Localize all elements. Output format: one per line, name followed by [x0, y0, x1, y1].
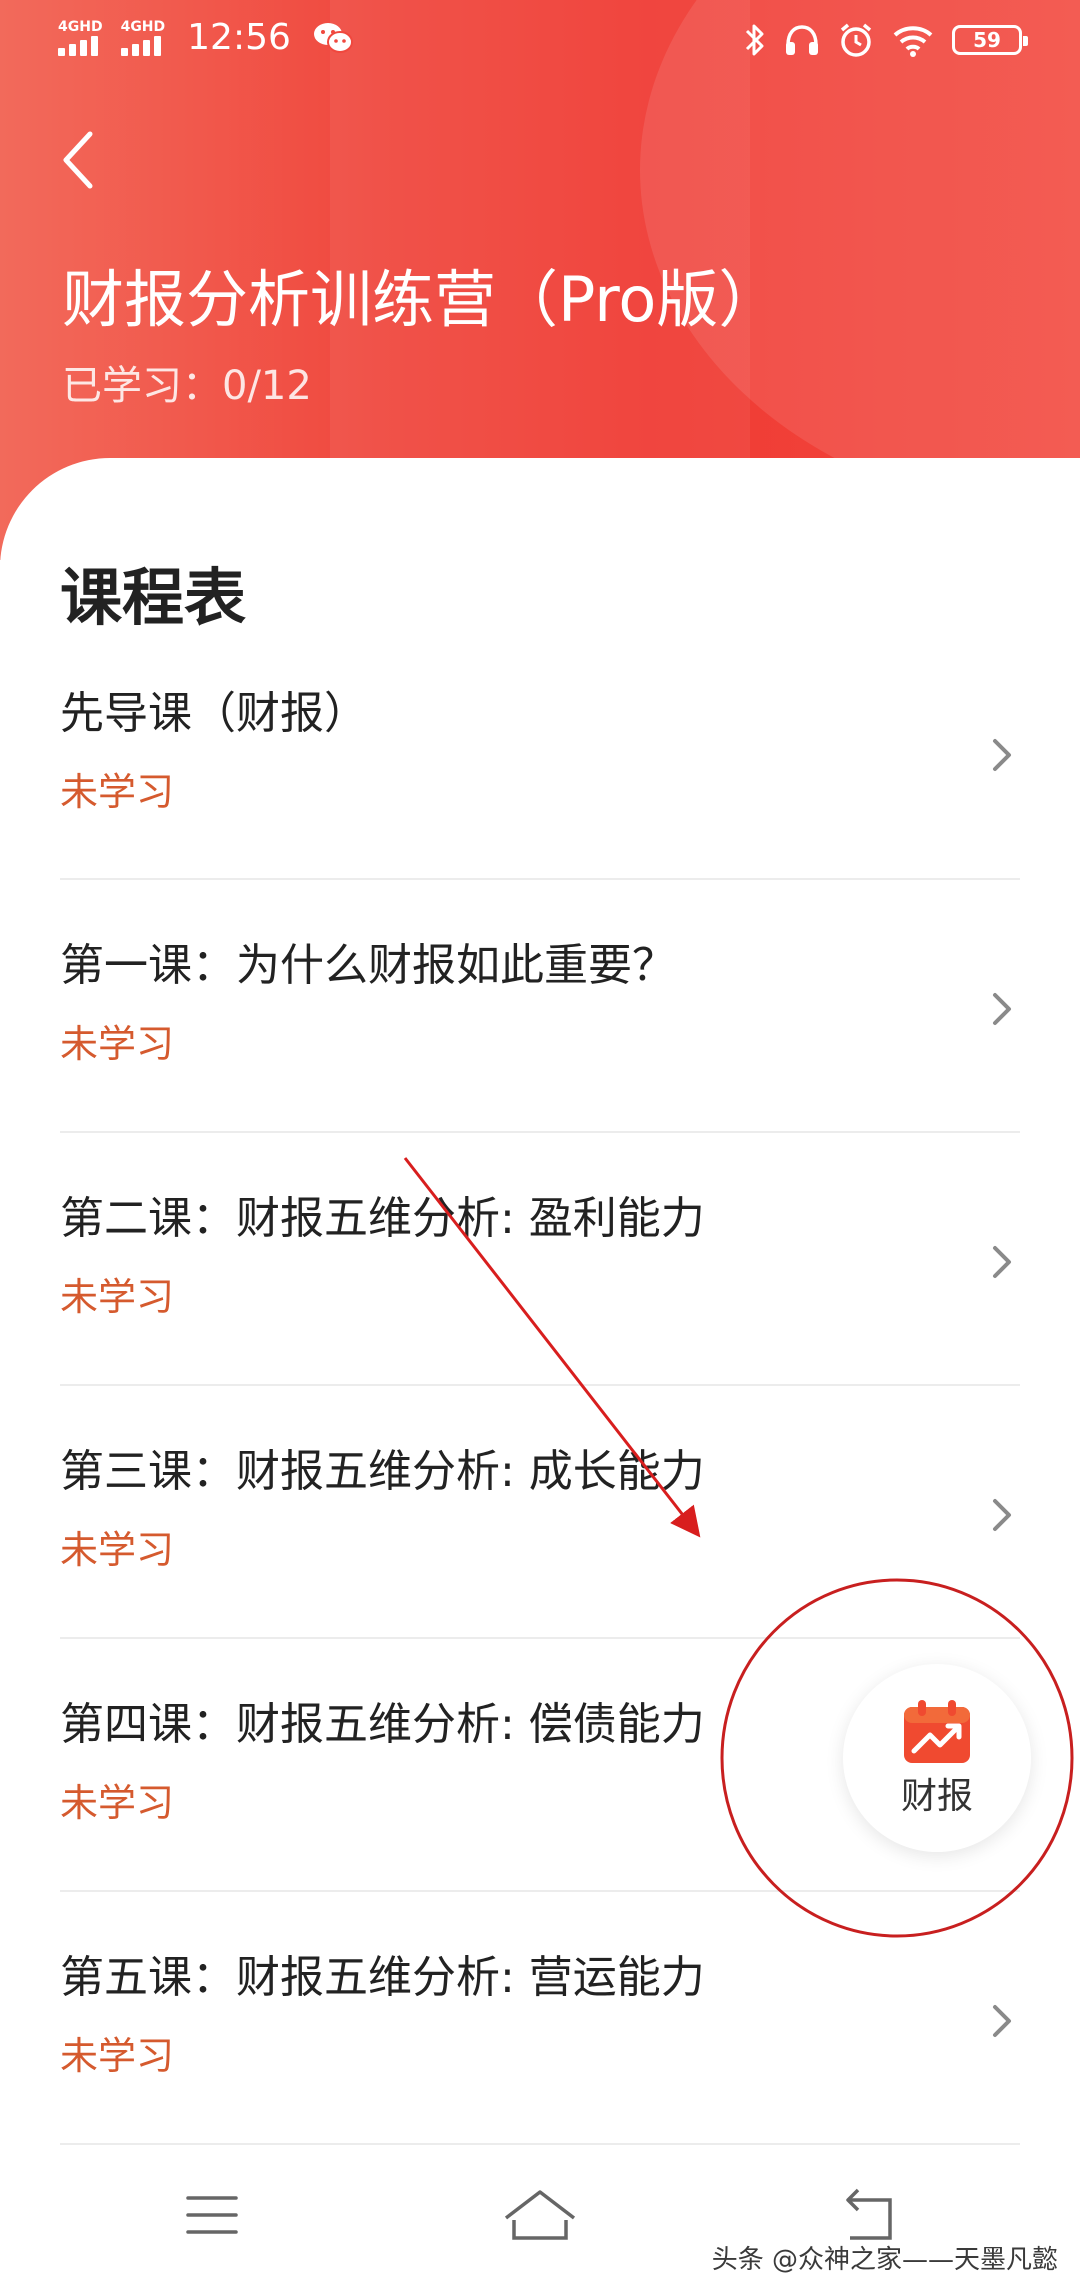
signal-2: 4GHD: [120, 19, 166, 56]
signal-bars-icon: [58, 36, 98, 56]
learning-progress: 已学习：0/12: [62, 363, 312, 409]
lesson-title: 第三课：财报五维分析: 成长能力: [60, 1446, 705, 1497]
chevron-right-icon: [993, 1246, 1011, 1278]
menu-icon[interactable]: [172, 2180, 252, 2250]
battery-icon: 59: [952, 25, 1028, 55]
course-title: 财报分析训练营（Pro版）: [62, 263, 781, 336]
lesson-item[interactable]: 第五课：财报五维分析: 营运能力 未学习: [60, 1892, 1020, 2145]
lesson-item[interactable]: 先导课（财报） 未学习: [60, 658, 1020, 880]
course-schedule-card: 课程表 先导课（财报） 未学习 第一课：为什么财报如此重要？ 未学习 第二课：财…: [0, 458, 1080, 2280]
signal-1: 4GHD: [58, 20, 103, 56]
finance-report-icon: [904, 1700, 970, 1763]
back-arrow-icon[interactable]: [50, 120, 110, 200]
lesson-list: 先导课（财报） 未学习 第一课：为什么财报如此重要？ 未学习 第二课：财报五维分…: [60, 658, 1020, 2145]
lesson-status: 未学习: [60, 1275, 175, 1319]
chevron-right-icon: [993, 993, 1011, 1025]
lesson-status: 未学习: [60, 770, 175, 814]
signal-bars-icon: [120, 36, 161, 56]
chevron-right-icon: [993, 739, 1011, 771]
status-bar: 4GHD 4GHD 12:56 59: [0, 0, 1080, 90]
lesson-title: 先导课（财报）: [60, 688, 368, 739]
signal-1-label: 4GHD: [58, 19, 103, 35]
lesson-status: 未学习: [60, 1781, 175, 1825]
wifi-icon: [893, 26, 933, 57]
watermark: 头条 @众神之家——天墨凡懿: [711, 2245, 1058, 2275]
chevron-right-icon: [993, 2005, 1011, 2037]
chevron-right-icon: [993, 1499, 1011, 1531]
lesson-status: 未学习: [60, 2034, 175, 2078]
home-icon[interactable]: [500, 2180, 580, 2250]
lesson-title: 第一课：为什么财报如此重要？: [60, 940, 676, 991]
lesson-status: 未学习: [60, 1528, 175, 1572]
status-right: 59: [744, 22, 1028, 58]
lesson-item[interactable]: 第二课：财报五维分析: 盈利能力 未学习: [60, 1133, 1020, 1386]
lesson-title: 第二课：财报五维分析: 盈利能力: [60, 1193, 705, 1244]
back-nav-icon[interactable]: [828, 2180, 908, 2250]
status-time: 12:56: [187, 17, 291, 58]
schedule-title-text: 课程表: [60, 561, 247, 634]
battery-level: 59: [973, 28, 1001, 52]
lesson-title: 第五课：财报五维分析: 营运能力: [60, 1952, 705, 2003]
finance-report-float-button[interactable]: 财报: [843, 1664, 1031, 1852]
signal-2-label: 4GHD: [120, 19, 166, 35]
wechat-icon: [313, 23, 353, 53]
lesson-item[interactable]: 第一课：为什么财报如此重要？ 未学习: [60, 880, 1020, 1133]
headphones-icon: [786, 25, 818, 55]
schedule-title: 课程表: [60, 558, 256, 638]
screen: 4GHD 4GHD 12:56 59 财报分析训练营（Pro版） 已学习：0/1…: [0, 0, 1080, 2280]
finance-report-label: 财报: [900, 1776, 973, 1817]
lesson-title: 第四课：财报五维分析: 偿债能力: [60, 1699, 705, 1750]
alarm-icon: [840, 23, 872, 57]
bluetooth-icon: [745, 24, 764, 56]
status-left: 4GHD 4GHD 12:56: [58, 18, 353, 58]
lesson-status: 未学习: [60, 1022, 175, 1066]
lesson-item[interactable]: 第三课：财报五维分析: 成长能力 未学习: [60, 1386, 1020, 1639]
